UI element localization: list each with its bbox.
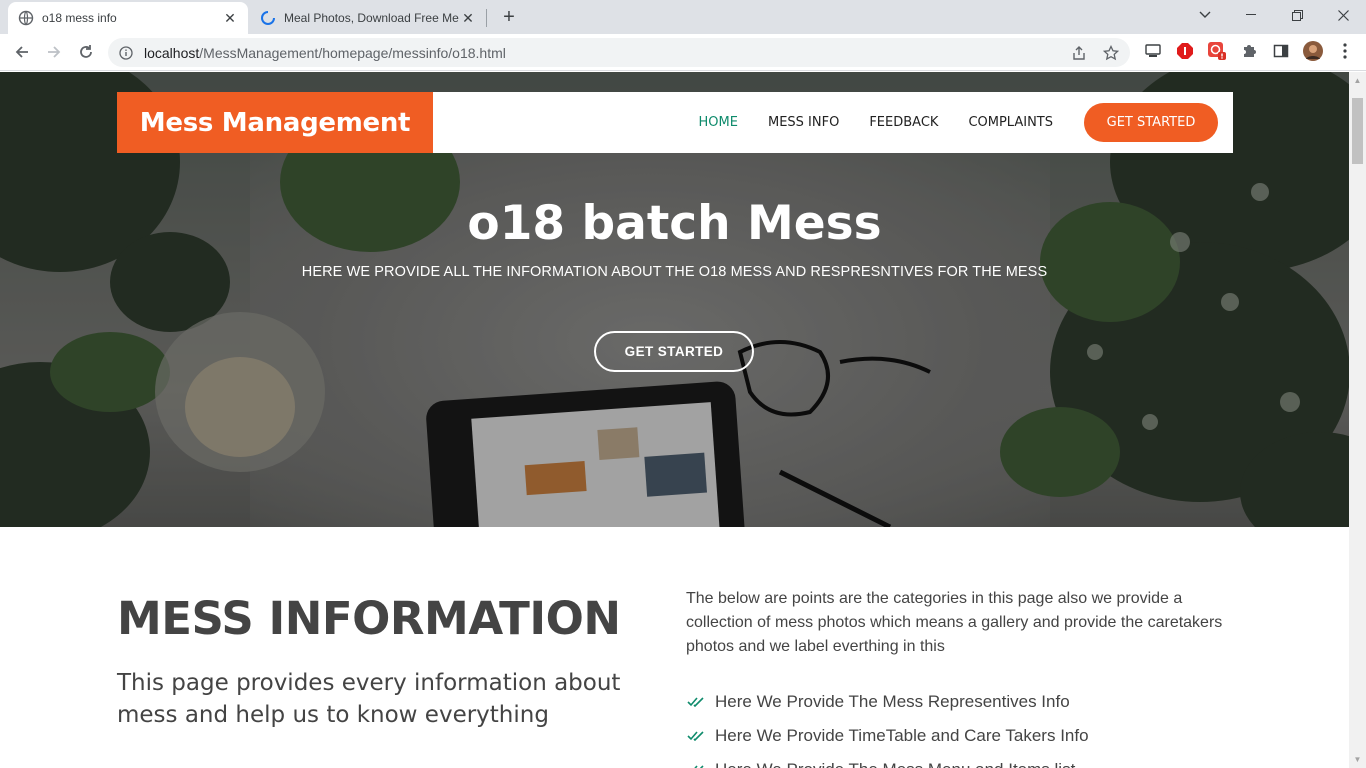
forward-arrow-icon[interactable]	[42, 40, 66, 64]
logo-text: Mess Management	[139, 107, 411, 138]
hero-section: Mess Management HOME MESS INFO FEEDBACK …	[0, 72, 1349, 527]
double-check-icon	[686, 763, 706, 768]
tab-meal-photos[interactable]: Meal Photos, Download Free Me ✕	[250, 2, 486, 34]
tab-title: o18 mess info	[42, 11, 117, 25]
side-panel-icon[interactable]	[1270, 40, 1292, 62]
list-item-text: Here We Provide TimeTable and Care Taker…	[715, 726, 1089, 745]
window-controls	[1182, 0, 1366, 30]
main-nav: HOME MESS INFO FEEDBACK COMPLAINTS GET S…	[669, 92, 1233, 153]
extension-badge-icon[interactable]	[1206, 40, 1228, 62]
bookmark-star-icon[interactable]	[1102, 44, 1120, 62]
double-check-icon	[686, 695, 706, 709]
list-item: Here We Provide The Mess Menu and Items …	[686, 753, 1089, 768]
profile-avatar[interactable]	[1302, 40, 1324, 62]
tab-title: Meal Photos, Download Free Me	[284, 11, 459, 25]
hero-subtitle: HERE WE PROVIDE ALL THE INFORMATION ABOU…	[301, 264, 1048, 280]
nav-complaints[interactable]: COMPLAINTS	[968, 115, 1053, 130]
new-tab-button[interactable]: +	[498, 6, 520, 28]
address-bar[interactable]: localhost/MessManagement/homepage/messin…	[108, 38, 1130, 67]
tab-o18-mess-info[interactable]: o18 mess info ✕	[8, 2, 248, 34]
hero-get-started-button[interactable]: GET STARTED	[594, 331, 754, 372]
site-header: Mess Management HOME MESS INFO FEEDBACK …	[117, 92, 1233, 153]
header-get-started-button[interactable]: GET STARTED	[1084, 103, 1218, 142]
tab-search-icon[interactable]	[1182, 0, 1228, 30]
scroll-thumb[interactable]	[1352, 98, 1363, 164]
section-description: The below are points are the categories …	[686, 590, 1223, 655]
page-scrollbar[interactable]: ▲ ▼	[1349, 72, 1366, 768]
scroll-up-arrow-icon[interactable]: ▲	[1349, 72, 1366, 89]
adblock-extension-icon[interactable]	[1174, 40, 1196, 62]
section-title: MESS INFORMATION	[117, 592, 621, 645]
close-tab-icon[interactable]: ✕	[222, 10, 238, 26]
nav-feedback[interactable]: FEEDBACK	[869, 115, 938, 130]
restore-button[interactable]	[1274, 0, 1320, 30]
section-lead: This page provides every information abo…	[117, 670, 621, 728]
list-item: Here We Provide TimeTable and Care Taker…	[686, 719, 1089, 753]
more-menu-icon[interactable]	[1334, 40, 1356, 62]
list-item-text: Here We Provide The Mess Menu and Items …	[715, 760, 1075, 768]
puzzle-extensions-icon[interactable]	[1238, 40, 1260, 62]
reload-icon[interactable]	[74, 40, 98, 64]
browser-tab-bar: o18 mess info ✕ Meal Photos, Download Fr…	[0, 0, 1366, 34]
url-path: /MessManagement/homepage/messinfo/o18.ht…	[199, 44, 506, 61]
scroll-down-arrow-icon[interactable]: ▼	[1349, 751, 1366, 768]
site-logo[interactable]: Mess Management	[117, 92, 433, 153]
cast-icon[interactable]	[1142, 40, 1164, 62]
minimize-button[interactable]	[1228, 0, 1274, 30]
tab-separator	[486, 9, 487, 27]
globe-icon	[18, 10, 34, 26]
nav-home[interactable]: HOME	[699, 115, 738, 130]
hero-title: o18 batch Mess	[467, 196, 882, 251]
extensions-area	[1142, 40, 1356, 62]
share-icon[interactable]	[1070, 44, 1088, 62]
double-check-icon	[686, 729, 706, 743]
page-viewport: Mess Management HOME MESS INFO FEEDBACK …	[0, 72, 1349, 768]
loading-spinner-icon	[260, 10, 276, 26]
close-tab-icon[interactable]: ✕	[460, 10, 476, 26]
url-host: localhost	[144, 44, 200, 61]
list-item-text: Here We Provide The Mess Representives I…	[715, 692, 1070, 711]
mess-information-section: MESS INFORMATION This page provides ever…	[0, 527, 1349, 768]
nav-mess-info[interactable]: MESS INFO	[768, 115, 839, 130]
info-icon[interactable]	[118, 45, 134, 61]
close-window-button[interactable]	[1320, 0, 1366, 30]
feature-list: Here We Provide The Mess Representives I…	[686, 685, 1089, 768]
back-arrow-icon[interactable]	[10, 40, 34, 64]
list-item: Here We Provide The Mess Representives I…	[686, 685, 1089, 719]
